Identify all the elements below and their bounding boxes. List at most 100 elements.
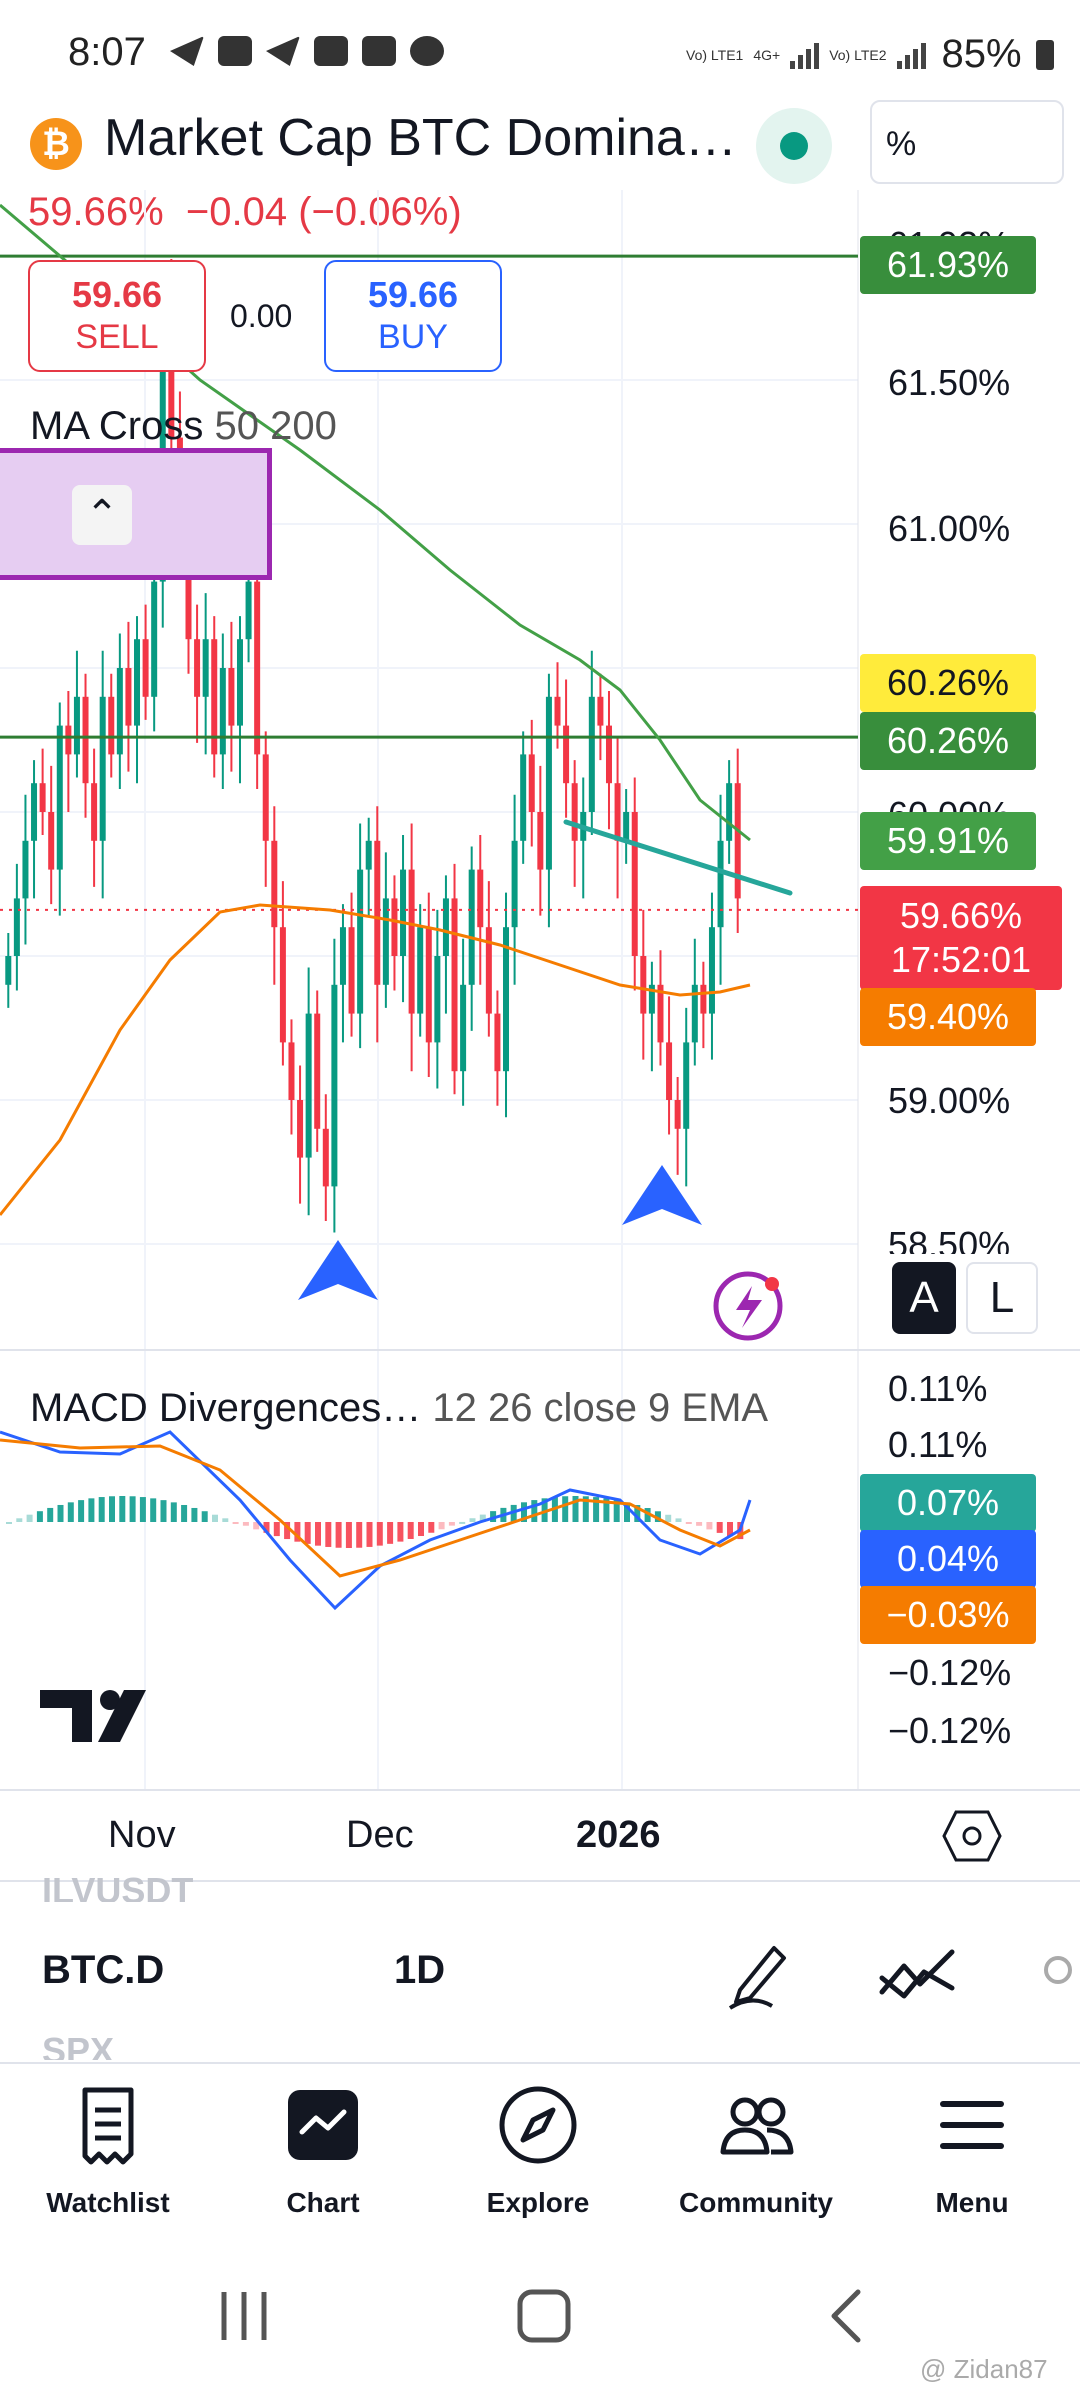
- candle-body: [125, 668, 132, 726]
- candle-body: [314, 1013, 321, 1129]
- ma-name: MA Cross: [30, 404, 204, 448]
- macd-params: 12 26 close 9 EMA: [432, 1386, 769, 1430]
- ma-params: 50 200: [214, 404, 337, 448]
- macd-legend[interactable]: MACD Divergences… 12 26 close 9 EMA: [30, 1386, 768, 1431]
- legend-collapse-panel: ⌃: [0, 448, 272, 580]
- nav-chart[interactable]: Chart: [223, 2080, 423, 2219]
- arrow-up-marker: [298, 1240, 378, 1300]
- macd-hist-bar: [459, 1521, 466, 1524]
- lightning-bolt: [736, 1286, 762, 1328]
- macd-hist-bar: [170, 1502, 177, 1522]
- candle-body: [322, 1128, 329, 1187]
- candle-body: [245, 581, 252, 640]
- candle-body: [631, 812, 638, 956]
- macd-hist-bar: [685, 1522, 692, 1524]
- candle-body: [666, 1042, 673, 1100]
- settings-hex-icon[interactable]: [942, 1808, 1002, 1864]
- trendline: [563, 819, 793, 896]
- macd-hist-bar: [345, 1522, 352, 1548]
- macd-hist-bar: [428, 1522, 435, 1533]
- macd-hist-bar: [469, 1518, 476, 1522]
- next-symbol[interactable]: SPX: [42, 2030, 114, 2060]
- nav-community[interactable]: Community: [656, 2080, 856, 2219]
- back-icon[interactable]: [824, 2288, 868, 2344]
- chevron-up-icon[interactable]: ⌃: [72, 485, 132, 545]
- sell-label: SELL: [75, 318, 159, 356]
- nav-menu[interactable]: Menu: [872, 2080, 1072, 2219]
- notification-dot: [765, 1277, 779, 1291]
- candle-body: [683, 1042, 690, 1129]
- macd-hist-bar: [201, 1511, 208, 1522]
- macd-hist-bar: [16, 1518, 23, 1522]
- candle-body: [194, 639, 201, 697]
- candle-body: [331, 984, 338, 1187]
- macd-hist-bar: [67, 1502, 74, 1522]
- hline-tag: 61.93%: [860, 236, 1036, 294]
- macd-hist-bar: [26, 1514, 33, 1522]
- macd-name: MACD Divergences…: [30, 1386, 422, 1430]
- more-tools-icon[interactable]: [1044, 1956, 1072, 1984]
- candle-body: [82, 696, 89, 784]
- candle-body: [357, 869, 364, 1014]
- symbol-selector[interactable]: BTC.D: [42, 1948, 164, 1993]
- log-scale-button[interactable]: L: [966, 1262, 1038, 1334]
- macd-hist-bar: [335, 1522, 342, 1548]
- candle-body: [537, 812, 544, 870]
- macd-hist-bar: [36, 1511, 43, 1522]
- candle-body: [494, 1013, 501, 1072]
- auto-scale-button[interactable]: A: [892, 1262, 956, 1334]
- recent-apps-icon[interactable]: [214, 2288, 274, 2344]
- candle-body: [254, 581, 261, 755]
- candle-body: [374, 840, 381, 985]
- sell-button[interactable]: 59.66 SELL: [28, 260, 206, 372]
- buy-price: 59.66: [367, 274, 459, 315]
- macd-hist-bar: [222, 1518, 229, 1522]
- candle-body: [271, 840, 278, 928]
- sell-price: 59.66: [71, 274, 163, 315]
- candle-body: [56, 725, 63, 870]
- nav-label: Menu: [935, 2187, 1009, 2218]
- axis-tick: 61.00%: [888, 508, 1011, 549]
- macd-hist-bar: [675, 1518, 682, 1522]
- macd-hist-bar: [706, 1522, 713, 1530]
- candle-body: [91, 783, 98, 841]
- candle-body: [365, 840, 372, 870]
- axis-tick: 61.50%: [888, 362, 1011, 403]
- macd-hist-bar: [232, 1522, 239, 1524]
- pencil-icon[interactable]: [722, 1932, 792, 2012]
- macd-hist-bar: [387, 1522, 394, 1544]
- candle-body: [451, 898, 458, 1072]
- candle-body: [734, 783, 741, 899]
- last-price: 59.66%: [899, 895, 1023, 936]
- nav-watchlist[interactable]: Watchlist: [8, 2080, 208, 2219]
- ma-cross-legend[interactable]: MA Cross 50 200: [30, 404, 337, 449]
- macd-hist-bar: [438, 1522, 445, 1530]
- ma50-tag: 59.40%: [860, 988, 1036, 1046]
- buy-label: BUY: [378, 318, 448, 356]
- candle-body: [623, 812, 630, 841]
- indicators-icon[interactable]: [876, 1944, 960, 2004]
- buy-button[interactable]: 59.66 BUY: [324, 260, 502, 372]
- candle-body: [563, 725, 570, 784]
- macd-hist-bar: [129, 1496, 136, 1522]
- home-icon[interactable]: [514, 2288, 574, 2344]
- candle-body: [442, 898, 449, 956]
- macd-axis-tick: −0.12%: [888, 1652, 1012, 1693]
- prev-symbol[interactable]: ILVUSDT: [42, 1870, 193, 1902]
- candle-body: [468, 869, 475, 985]
- candle-body: [614, 783, 621, 841]
- time-label: 2026: [576, 1814, 661, 1856]
- hline-tag: 60.26%: [860, 712, 1036, 770]
- interval-selector[interactable]: 1D: [394, 1948, 445, 1993]
- bar-countdown: 17:52:01: [890, 939, 1032, 980]
- macd-axis-tick: −0.12%: [888, 1710, 1012, 1751]
- candle-body: [400, 869, 407, 956]
- axis-tick: 59.00%: [888, 1080, 1011, 1121]
- candle-body: [134, 639, 141, 726]
- candle-body: [605, 725, 612, 784]
- macd-hist-bar: [665, 1514, 672, 1522]
- candle-body: [528, 754, 535, 812]
- nav-explore[interactable]: Explore: [438, 2080, 638, 2219]
- nav-label: Explore: [486, 2187, 590, 2218]
- candle-body: [597, 696, 604, 726]
